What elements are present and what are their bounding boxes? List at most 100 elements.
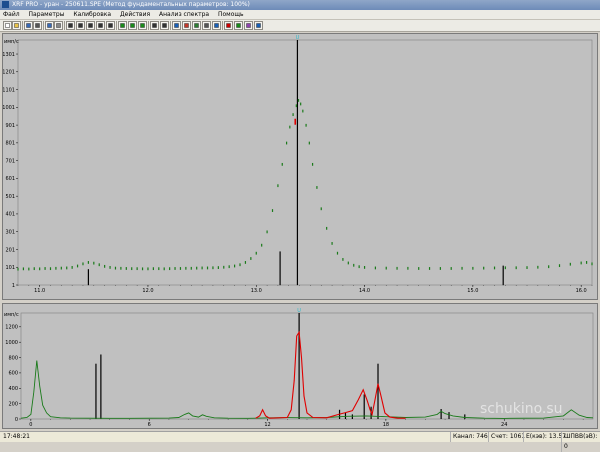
data-point xyxy=(305,123,307,127)
data-point xyxy=(131,267,133,271)
peak-search-icon[interactable] xyxy=(118,21,127,30)
toolbar-separator xyxy=(43,21,44,30)
y-axis-unit: имп/с xyxy=(4,312,19,318)
data-point xyxy=(331,242,333,245)
fit-spectrum-icon[interactable] xyxy=(138,21,147,30)
data-point xyxy=(147,267,149,271)
zoom-in-x-icon[interactable] xyxy=(76,21,85,30)
status-resolution: ШПВВ(эВ): 0 xyxy=(561,432,600,452)
menu-help[interactable]: Помощь xyxy=(218,11,244,18)
marker-icon[interactable] xyxy=(234,21,243,30)
element-peak-label: U xyxy=(296,35,300,41)
color-palette-icon[interactable] xyxy=(182,21,191,30)
y-tick-label: 1001 xyxy=(3,105,15,111)
smooth-icon[interactable] xyxy=(128,21,137,30)
y-tick-label: 1 xyxy=(12,283,15,289)
data-point xyxy=(308,141,310,145)
menu-spectrum-analysis[interactable]: Анализ спектра xyxy=(159,11,209,18)
search-icon[interactable] xyxy=(254,21,263,30)
data-point xyxy=(136,267,138,271)
data-point xyxy=(326,226,328,230)
data-point xyxy=(297,99,300,102)
data-point xyxy=(71,266,73,269)
data-point xyxy=(223,265,225,269)
data-point xyxy=(285,141,288,145)
data-point xyxy=(336,251,339,255)
zoom-in-y-icon[interactable] xyxy=(150,21,159,30)
y-tick-label: 0 xyxy=(15,417,18,423)
data-point xyxy=(585,261,588,264)
copy-icon[interactable] xyxy=(45,21,54,30)
data-point xyxy=(185,266,187,270)
menu-actions[interactable]: Действия xyxy=(120,11,150,18)
table-icon[interactable] xyxy=(54,21,63,30)
y-tick-label: 901 xyxy=(5,123,15,129)
menu-calibration[interactable]: Калибровка xyxy=(73,11,111,18)
data-point xyxy=(261,243,263,247)
y-tick-label: 501 xyxy=(5,194,15,200)
data-point xyxy=(49,267,52,271)
data-point xyxy=(196,266,198,270)
y-tick-label: 101 xyxy=(5,265,15,271)
data-point xyxy=(87,261,89,264)
data-point xyxy=(537,265,539,269)
data-point xyxy=(244,261,247,264)
top-spectrum-chart[interactable]: имп/с11012013014015016017018019011001110… xyxy=(2,34,597,299)
toolbar-separator xyxy=(148,21,149,30)
data-point xyxy=(179,267,182,270)
stop-icon[interactable] xyxy=(224,21,233,30)
data-point xyxy=(580,261,582,265)
x-tick-label: 12 xyxy=(264,422,270,428)
y-tick-label: 1000 xyxy=(5,340,18,346)
data-point xyxy=(320,207,322,211)
fit-width-icon[interactable] xyxy=(66,21,75,30)
data-point xyxy=(104,264,106,268)
zoom-out-y-icon[interactable] xyxy=(160,21,169,30)
data-point xyxy=(515,266,517,270)
data-point xyxy=(158,267,160,271)
data-point xyxy=(277,184,279,188)
data-point xyxy=(250,257,252,260)
y-tick-label: 801 xyxy=(5,141,15,147)
calibrate-icon[interactable] xyxy=(244,21,253,30)
data-point xyxy=(493,266,496,270)
data-point xyxy=(353,263,355,267)
data-point xyxy=(295,104,297,108)
go-start-icon[interactable] xyxy=(96,21,105,30)
menu-file[interactable]: Файл xyxy=(3,11,20,18)
data-point xyxy=(255,251,257,255)
data-point xyxy=(407,266,409,270)
info-icon[interactable] xyxy=(212,21,221,30)
open-folder-icon[interactable] xyxy=(12,21,21,30)
plot-area[interactable] xyxy=(17,39,593,286)
data-point xyxy=(163,267,165,271)
data-point xyxy=(363,266,366,269)
data-point xyxy=(396,266,398,270)
fit-marker xyxy=(294,118,297,125)
menu-parameters[interactable]: Параметры xyxy=(29,11,65,18)
toolbar-separator xyxy=(222,21,223,30)
y-tick-label: 701 xyxy=(5,158,15,164)
x-tick-label: 15.0 xyxy=(467,288,478,294)
data-point xyxy=(234,264,236,268)
data-point xyxy=(450,267,452,270)
data-point xyxy=(347,261,349,265)
new-file-icon[interactable] xyxy=(3,21,12,30)
window-title-bar[interactable]: XRF PRO - уран - 250611.SPE (Метод фунда… xyxy=(0,0,600,10)
data-point xyxy=(217,266,219,269)
x-tick-label: 12.0 xyxy=(142,288,153,294)
data-point xyxy=(206,266,209,270)
data-point xyxy=(125,267,127,270)
top-spectrum-panel[interactable]: имп/с 1 101 201 301 401 501 601 701 801 901 1001 110… xyxy=(2,33,598,300)
data-point xyxy=(190,266,192,270)
data-point xyxy=(300,102,302,106)
print-icon[interactable] xyxy=(33,21,42,30)
go-end-icon[interactable] xyxy=(106,21,115,30)
grid-icon[interactable] xyxy=(192,21,201,30)
save-icon[interactable] xyxy=(24,21,33,30)
zoom-out-x-icon[interactable] xyxy=(86,21,95,30)
y-tick-label: 600 xyxy=(8,371,18,377)
help-icon[interactable] xyxy=(172,21,181,30)
window-title: XRF PRO - уран - 250611.SPE (Метод фунда… xyxy=(12,1,250,8)
settings-icon[interactable] xyxy=(202,21,211,30)
